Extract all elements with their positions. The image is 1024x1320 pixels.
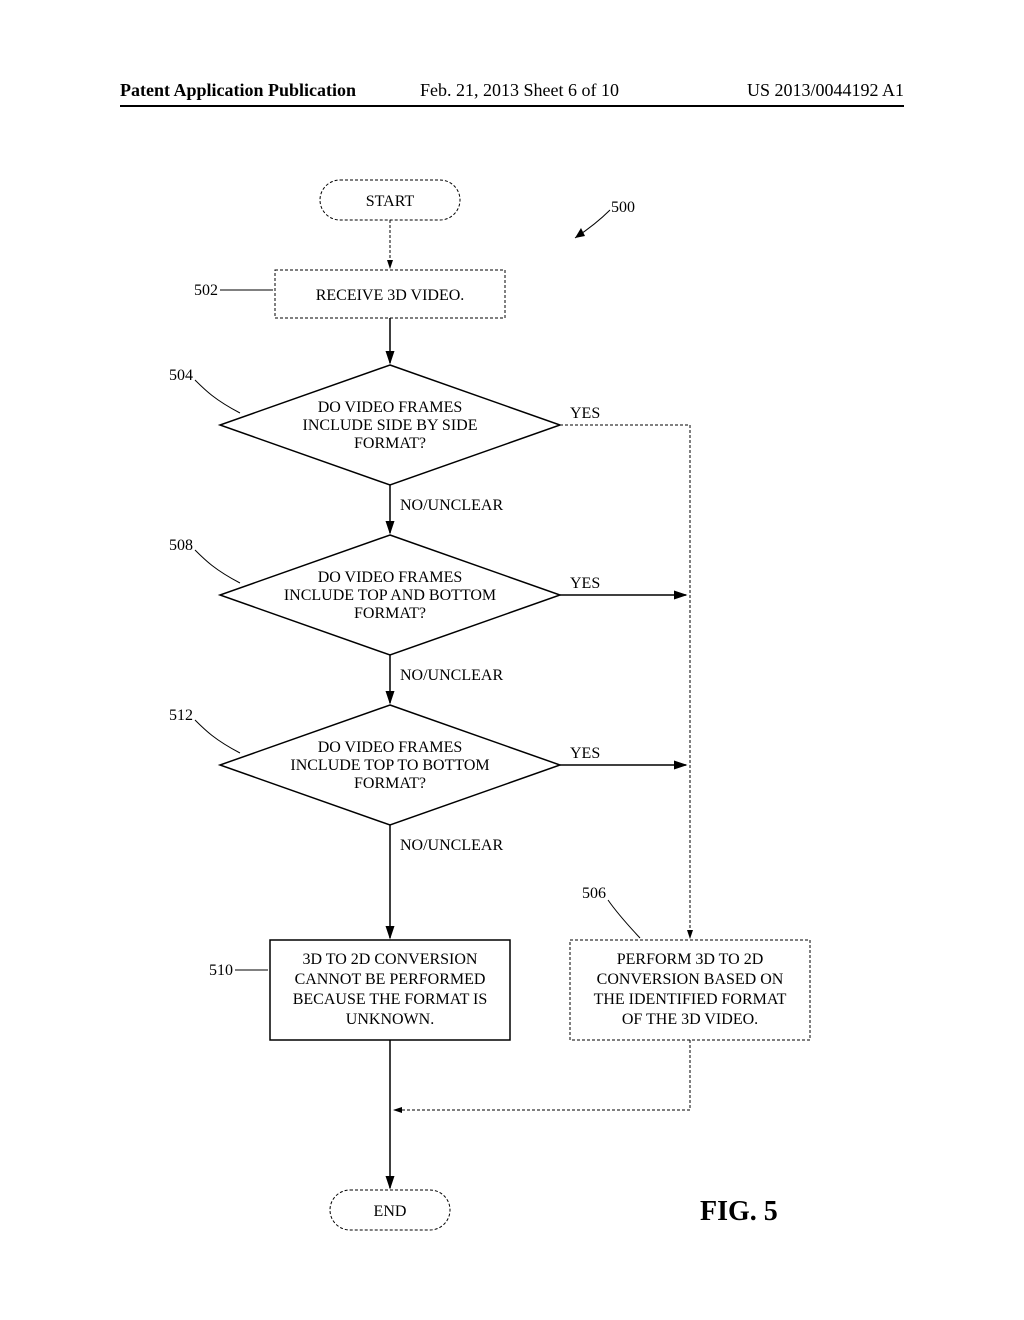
svg-text:UNKNOWN.: UNKNOWN. (346, 1011, 434, 1028)
figure-label: FIG. 5 (700, 1196, 778, 1227)
svg-text:BECAUSE THE FORMAT IS: BECAUSE THE FORMAT IS (293, 991, 488, 1008)
svg-text:502: 502 (194, 282, 218, 299)
ref-502: 502 (194, 282, 273, 299)
step-510: 3D TO 2D CONVERSION CANNOT BE PERFORMED … (270, 940, 510, 1040)
svg-text:CONVERSION BASED ON: CONVERSION BASED ON (597, 971, 784, 988)
edge-512-no: NO/UNCLEAR (390, 825, 503, 938)
edge-508-yes: YES (560, 575, 686, 595)
edge-506-merge (394, 1040, 690, 1110)
svg-text:FORMAT?: FORMAT? (354, 435, 426, 452)
edge-508-no: NO/UNCLEAR (390, 655, 503, 703)
svg-text:OF THE 3D VIDEO.: OF THE 3D VIDEO. (622, 1011, 758, 1028)
svg-text:YES: YES (570, 405, 600, 422)
svg-text:FORMAT?: FORMAT? (354, 605, 426, 622)
step-506: PERFORM 3D TO 2D CONVERSION BASED ON THE… (570, 940, 810, 1040)
decision-508: DO VIDEO FRAMES INCLUDE TOP AND BOTTOM F… (220, 535, 560, 655)
edge-504-no: NO/UNCLEAR (390, 485, 503, 533)
svg-text:NO/UNCLEAR: NO/UNCLEAR (400, 837, 503, 854)
start-label: START (366, 193, 415, 210)
svg-text:YES: YES (570, 575, 600, 592)
ref-500: 500 (575, 199, 635, 238)
step-502: RECEIVE 3D VIDEO. (275, 270, 505, 318)
svg-text:508: 508 (169, 537, 193, 554)
edge-504-yes: YES (560, 405, 690, 938)
end-label: END (374, 1203, 407, 1220)
svg-text:3D TO 2D CONVERSION: 3D TO 2D CONVERSION (303, 951, 478, 968)
flowchart: START 500 RECEIVE 3D VIDEO. 502 DO VIDEO… (0, 150, 1024, 1320)
end-terminator: END (330, 1190, 450, 1230)
svg-text:510: 510 (209, 962, 233, 979)
page: Patent Application Publication Feb. 21, … (0, 0, 1024, 1320)
svg-text:PERFORM 3D TO 2D: PERFORM 3D TO 2D (617, 951, 764, 968)
svg-text:THE IDENTIFIED FORMAT: THE IDENTIFIED FORMAT (594, 991, 787, 1008)
ref-504: 504 (169, 367, 240, 413)
svg-text:INCLUDE TOP AND BOTTOM: INCLUDE TOP AND BOTTOM (284, 587, 496, 604)
svg-text:RECEIVE 3D VIDEO.: RECEIVE 3D VIDEO. (316, 287, 465, 304)
edge-512-yes: YES (560, 745, 686, 765)
svg-text:NO/UNCLEAR: NO/UNCLEAR (400, 667, 503, 684)
svg-text:512: 512 (169, 707, 193, 724)
ref-510: 510 (209, 962, 268, 979)
svg-text:INCLUDE SIDE BY SIDE: INCLUDE SIDE BY SIDE (303, 417, 478, 434)
svg-text:DO VIDEO FRAMES: DO VIDEO FRAMES (318, 739, 463, 756)
ref-512: 512 (169, 707, 240, 753)
svg-text:504: 504 (169, 367, 193, 384)
header-right: US 2013/0044192 A1 (747, 80, 904, 101)
start-terminator: START (320, 180, 460, 220)
svg-text:DO VIDEO FRAMES: DO VIDEO FRAMES (318, 569, 463, 586)
svg-text:506: 506 (582, 885, 606, 902)
header-mid: Feb. 21, 2013 Sheet 6 of 10 (420, 80, 619, 101)
svg-text:NO/UNCLEAR: NO/UNCLEAR (400, 497, 503, 514)
decision-504: DO VIDEO FRAMES INCLUDE SIDE BY SIDE FOR… (220, 365, 560, 485)
decision-512: DO VIDEO FRAMES INCLUDE TOP TO BOTTOM FO… (220, 705, 560, 825)
svg-text:INCLUDE TOP TO BOTTOM: INCLUDE TOP TO BOTTOM (290, 757, 489, 774)
svg-text:DO VIDEO FRAMES: DO VIDEO FRAMES (318, 399, 463, 416)
header-left: Patent Application Publication (120, 80, 356, 101)
header-rule (120, 105, 904, 107)
svg-text:YES: YES (570, 745, 600, 762)
ref-506: 506 (582, 885, 640, 938)
svg-text:500: 500 (611, 199, 635, 216)
svg-text:CANNOT BE PERFORMED: CANNOT BE PERFORMED (295, 971, 486, 988)
ref-508: 508 (169, 537, 240, 583)
svg-text:FORMAT?: FORMAT? (354, 775, 426, 792)
